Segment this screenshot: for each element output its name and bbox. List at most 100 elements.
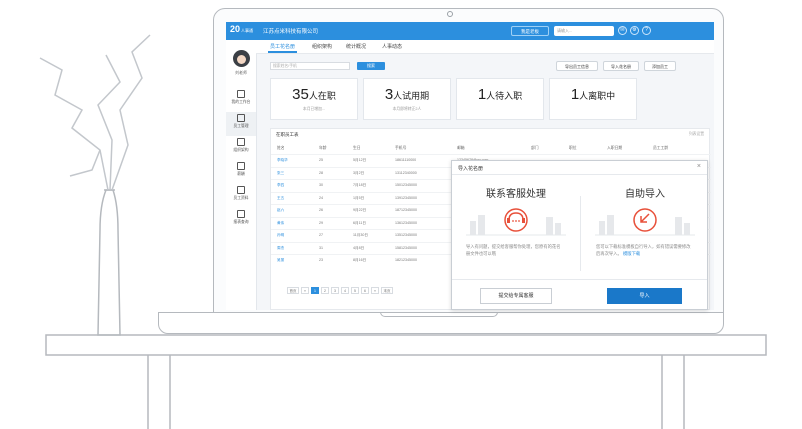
cell-phone: 18611110000 — [395, 158, 417, 162]
tab-roster[interactable]: 员工花名册 — [267, 43, 298, 53]
settings-icon[interactable]: ⚙ — [630, 26, 639, 35]
contact-support-button[interactable]: 提交给专属客服 — [480, 288, 552, 304]
column-header: 手机号 — [395, 146, 407, 150]
option-contact-desc: 导入有问题，提交给客服帮你处理，您原有的花名册文件也可以哦 — [466, 244, 561, 256]
cell-phone: 13112340000 — [395, 170, 417, 175]
sidebar-item-employees[interactable]: 员工管理 — [226, 112, 256, 136]
cell-phone: 13512345000 — [395, 233, 417, 237]
option-self-title: 自助导入 — [625, 189, 665, 200]
cell-birth: 1月5日 — [353, 195, 365, 200]
top-search-input[interactable]: 请输入... — [554, 26, 614, 36]
page-button[interactable]: 1 — [311, 287, 319, 294]
cell-birth: 7月18日 — [353, 183, 367, 187]
boss-mode-button[interactable]: 我是老板 — [511, 26, 549, 36]
close-icon[interactable]: × — [697, 163, 701, 170]
column-header: 姓名 — [277, 146, 285, 150]
tab-org[interactable]: 组织架构 — [312, 43, 332, 50]
page-button[interactable]: 3 — [331, 287, 339, 294]
cell-birth: 5月12日 — [353, 158, 367, 162]
cell-age: 29 — [319, 220, 323, 225]
cell-name[interactable]: 黄伟 — [277, 221, 284, 226]
page-button[interactable]: 5 — [351, 287, 359, 294]
chart-icon — [237, 210, 245, 218]
page-button[interactable]: 2 — [321, 287, 329, 294]
avatar[interactable] — [233, 50, 250, 67]
page-button[interactable]: « — [301, 287, 309, 294]
stat-card-probation[interactable]: 3人试用期 本月即将转正2人 — [363, 78, 451, 120]
cell-name[interactable]: 孙明 — [277, 233, 284, 238]
cell-age: 27 — [319, 233, 323, 237]
document-icon — [237, 114, 245, 122]
cell-name[interactable]: 张三 — [277, 171, 284, 176]
cell-name[interactable]: 吴丽 — [277, 258, 284, 263]
cell-age: 23 — [319, 258, 323, 262]
cell-age: 30 — [319, 183, 323, 187]
column-header: 生日 — [353, 146, 361, 150]
sidebar-item-workbench[interactable]: 我的工作台 — [226, 88, 256, 112]
cell-phone: 15012345000 — [395, 183, 417, 187]
table-settings-link[interactable]: 列表设置 — [689, 132, 704, 137]
stat-card-pending[interactable]: 1人待入职 — [456, 78, 544, 120]
cell-name[interactable]: 王五 — [277, 196, 284, 201]
branch-twig — [69, 149, 101, 177]
template-download-link[interactable]: 模版下载 — [623, 251, 640, 256]
cell-birth: 8月16日 — [353, 258, 367, 262]
desk-top — [45, 334, 767, 356]
cell-name[interactable]: 李晓华 — [277, 158, 288, 163]
app-logo[interactable]: 20人事通 — [230, 24, 253, 34]
company-name: 江苏点米科技有限公司 — [263, 29, 319, 35]
divider — [580, 196, 581, 271]
import-arrow-icon[interactable] — [595, 203, 695, 237]
tab-hr-news[interactable]: 人事动态 — [382, 43, 402, 50]
import-dialog: 导入花名册 × 联系客服处理 自助导入 导入有问题，提交给客服帮你处理，您原有的… — [451, 160, 708, 310]
search-input[interactable]: 搜索姓名/手机 — [270, 62, 350, 70]
customer-service-icon[interactable] — [466, 203, 566, 237]
folder-icon — [237, 186, 245, 194]
page-button[interactable]: 首页 — [287, 287, 299, 294]
cell-birth: 9月22日 — [353, 208, 367, 212]
cell-age: 28 — [319, 170, 323, 175]
tab-stats[interactable]: 统计概况 — [346, 43, 366, 50]
page-button[interactable]: 4 — [341, 287, 349, 294]
import-button[interactable]: 导入 — [607, 288, 682, 304]
sidebar: 刘老师 我的工作台 员工管理 组织架构 薪酬 员工资料 报表查询 — [226, 40, 257, 310]
sidebar-item-salary[interactable]: 薪酬 — [226, 160, 256, 184]
cell-birth: 11月30日 — [353, 233, 368, 237]
cell-name[interactable]: 周杰 — [277, 246, 284, 251]
cell-phone: 15812345000 — [395, 245, 417, 250]
dialog-title: 导入花名册 — [458, 166, 484, 172]
message-icon[interactable]: ✉ — [618, 26, 627, 35]
cell-birth: 6月11日 — [353, 220, 366, 225]
branch-left — [39, 57, 109, 191]
cell-age: 25 — [319, 158, 323, 162]
stat-card-leaving[interactable]: 1人离职中 — [549, 78, 637, 120]
sidebar-item-reports[interactable]: 报表查询 — [226, 208, 256, 232]
import-roster-button[interactable]: 导入花名册 — [603, 61, 639, 71]
camera-icon — [447, 11, 453, 17]
export-button[interactable]: 导出员工信息 — [556, 61, 598, 71]
cell-age: 26 — [319, 208, 323, 212]
divider — [452, 279, 707, 280]
option-self-desc: 您可以下载标准模板自行导入，如有错误需要修改后再次导入。 模版下载 — [596, 244, 691, 256]
branch-right — [111, 34, 151, 191]
column-header: 员工工龄 — [653, 146, 669, 150]
help-icon[interactable]: ? — [642, 26, 651, 35]
cell-name[interactable]: 李四 — [277, 183, 284, 188]
column-header: 职位 — [569, 146, 577, 150]
page-button[interactable]: 末页 — [381, 287, 393, 294]
home-icon — [237, 138, 245, 146]
sidebar-item-profiles[interactable]: 员工资料 — [226, 184, 256, 208]
user-name: 刘老师 — [235, 70, 247, 75]
cell-name[interactable]: 赵六 — [277, 208, 284, 213]
divider — [452, 174, 707, 175]
stat-card-active[interactable]: 35人在职 本月已增加... — [270, 78, 358, 120]
sidebar-item-org[interactable]: 组织架构 — [226, 136, 256, 160]
tab-bar: 员工花名册 组织架构 统计概况 人事动态 — [256, 40, 714, 54]
page-button[interactable]: 6 — [361, 287, 369, 294]
page-button[interactable]: » — [371, 287, 379, 294]
search-button[interactable]: 搜索 — [357, 62, 385, 70]
column-header: 部门 — [531, 146, 539, 150]
column-header: 年龄 — [319, 146, 327, 150]
option-contact-title: 联系客服处理 — [486, 189, 546, 200]
add-employee-button[interactable]: 添加员工 — [644, 61, 676, 71]
